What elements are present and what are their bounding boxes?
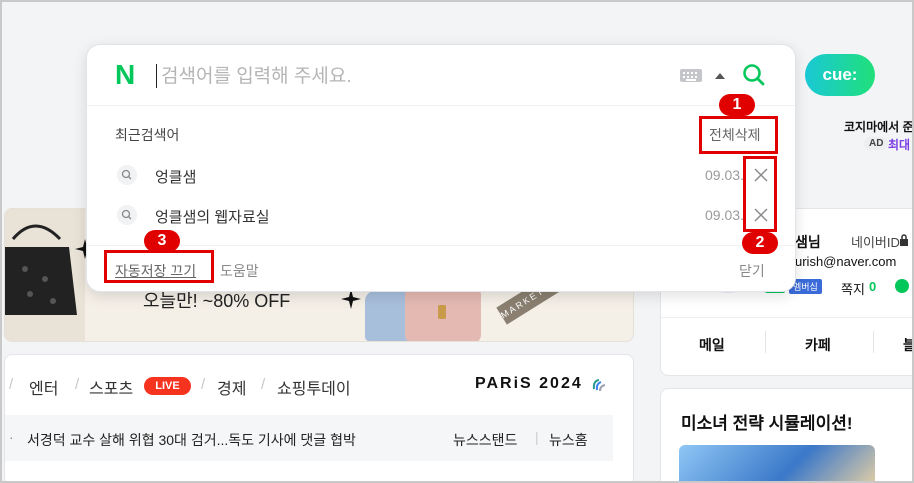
message-count: 0 [869,279,877,294]
history-search-icon [117,165,137,185]
divider [661,317,912,318]
live-badge: LIVE [144,377,191,395]
tab-shopping-today[interactable]: 쇼핑투데이 [277,375,351,399]
newshome-link[interactable]: 뉴스홈 [549,430,588,450]
annotation-marker-2: 2 [742,232,778,254]
sparkle-icon [341,289,361,309]
paralympic-icon [592,379,606,392]
ad-badge: AD [864,137,889,150]
recent-search-item[interactable]: 엉클샘 [155,166,196,187]
recent-search-date: 09.03. [705,207,744,223]
ticker-headline[interactable]: 서경덕 교수 살해 위협 30대 검거...독도 기사에 댓글 협박 [27,430,356,450]
search-icon[interactable] [742,63,766,87]
recent-search-item[interactable]: 엉클샘의 웹자료실 [155,206,270,227]
bag-image-pink [405,287,481,341]
cue-button[interactable]: cue: [805,54,875,96]
news-ticker: · 서경덕 교수 살해 위협 30대 검거...독도 기사에 댓글 협박 뉴스스… [5,415,613,461]
ad-text[interactable]: 최대 [888,136,910,153]
menu-mail[interactable]: 메일 [699,335,725,355]
search-header: N [87,45,795,106]
tab-economy[interactable]: 경제 [217,375,246,399]
ticker-bullet: · [9,429,14,445]
game-ad-title[interactable]: 미소녀 전략 시뮬레이션! [681,409,853,434]
profile-email: urish@naver.com [795,254,897,269]
lock-icon [900,234,908,246]
search-input[interactable] [159,61,643,93]
newsstand-link[interactable]: 뉴스스탠드 [453,430,517,450]
tab-separator: / [261,376,266,393]
annotation-box-clear-all [699,116,778,154]
collapse-triangle-icon[interactable] [715,73,725,79]
recent-search-date: 09.03. [705,167,744,183]
text-caret [156,64,157,88]
tab-separator: / [75,376,80,393]
profile-name[interactable]: 샘님 [795,232,821,252]
annotation-box-delete [743,156,777,232]
divider [765,331,766,353]
history-search-icon [117,205,137,225]
menu-cafe[interactable]: 카페 [805,335,831,355]
tab-separator: / [201,376,206,393]
naver-id-label[interactable]: 네이버ID [851,232,900,251]
recent-searches-title: 최근검색어 [115,127,180,143]
tab-sports[interactable]: 스포츠 [89,375,133,399]
browser-frame: cue: 코지마에서 준 AD 최대 오늘만! ~80% OFF MARKET … [0,0,914,483]
tab-entertain[interactable]: 엔터 [29,375,58,399]
annotation-marker-3: 3 [144,230,180,252]
message-label[interactable]: 쪽지 [841,279,865,298]
link-divider: | [535,429,539,445]
game-ad-card[interactable]: 미소녀 전략 시뮬레이션! [660,388,912,481]
status-dot-icon[interactable] [895,279,909,293]
news-card: / 엔터 / 스포츠 LIVE / 경제 / 쇼핑투데이 PARiS 2024 … [4,354,634,481]
help-link[interactable]: 도움말 [220,261,259,281]
annotation-box-auto-save [104,250,214,283]
tab-separator: / [9,376,14,393]
naver-logo[interactable]: N [115,61,135,89]
paris-2024-logo[interactable]: PARiS 2024 [475,375,583,393]
game-ad-image[interactable] [679,445,875,481]
keyboard-icon[interactable] [680,69,702,82]
close-button[interactable]: 닫기 [739,261,765,281]
divider [873,331,874,353]
annotation-marker-1: 1 [719,94,755,116]
ad-title[interactable]: 코지마에서 준 [844,118,912,135]
bag-image-left [5,209,85,341]
menu-blog[interactable]: 블 [903,335,912,355]
